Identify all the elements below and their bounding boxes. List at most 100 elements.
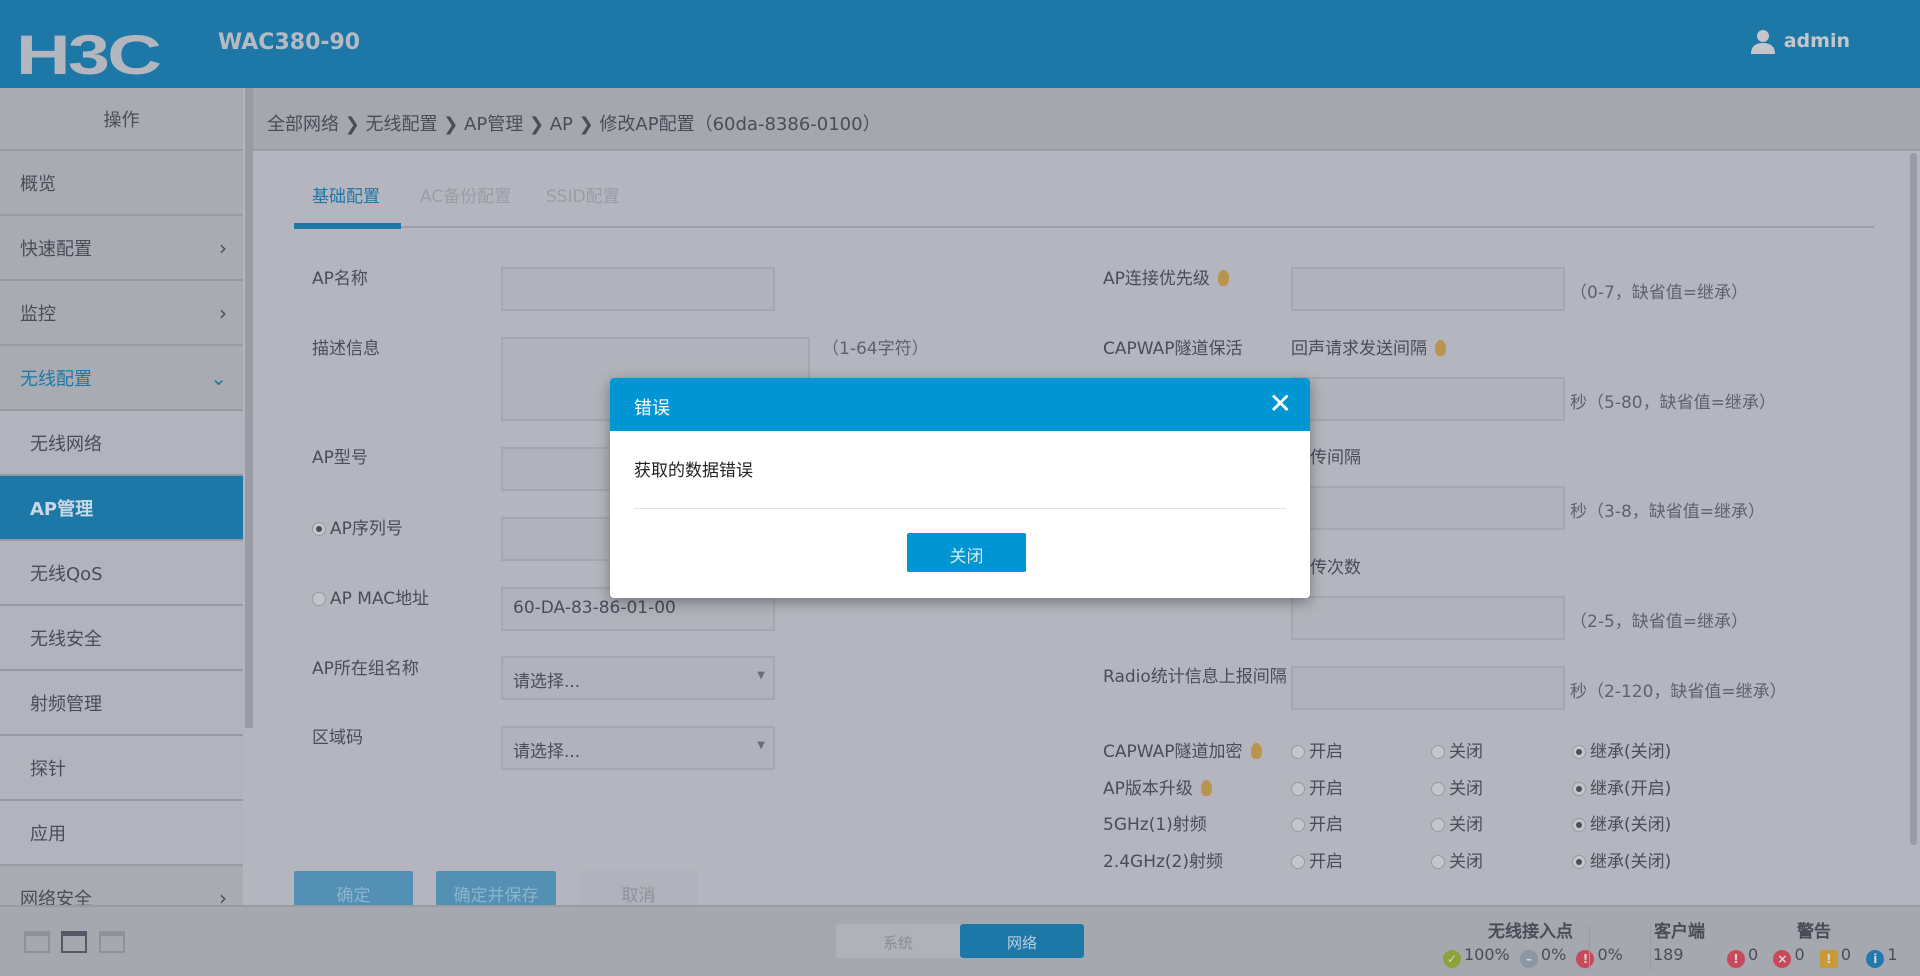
sidebar-item-monitor[interactable]: 监控 › — [0, 281, 243, 346]
error-count[interactable]: 0 — [1794, 945, 1804, 964]
ap-serial-label: AP序列号 — [330, 519, 403, 539]
tab-basic-config[interactable]: 基础配置 — [312, 182, 380, 207]
ap-name-label: AP名称 — [312, 269, 368, 289]
toggle-system[interactable]: 系统 — [836, 924, 960, 958]
client-count[interactable]: 189 — [1653, 945, 1684, 964]
view-toggle: 系统 网络 — [836, 924, 1084, 958]
critical-count[interactable]: 0 — [1748, 945, 1758, 964]
priority-input[interactable] — [1291, 267, 1565, 311]
radio-unselected[interactable] — [1431, 782, 1445, 796]
radio-unselected[interactable] — [1291, 818, 1305, 832]
radio-unselected[interactable] — [1431, 818, 1445, 832]
ap-online-percent: 100% — [1464, 945, 1510, 964]
close-icon[interactable]: ✕ — [1269, 387, 1292, 420]
alarm-title: 警告 — [1797, 922, 1831, 942]
sidebar-item-wireless-security[interactable]: 无线安全 — [0, 606, 243, 671]
active-tab-indicator — [294, 223, 401, 229]
breadcrumb: 全部网络 ❯ 无线配置 ❯ AP管理 ❯ AP ❯ 修改AP配置（60da-83… — [253, 88, 1920, 151]
ap-group-select[interactable]: 请选择... ▼ — [501, 656, 775, 700]
radio-option[interactable]: 开启 — [1291, 810, 1343, 835]
critical-alarm-icon: ! — [1727, 950, 1745, 968]
info-count[interactable]: 1 — [1887, 945, 1897, 964]
layout-two-pane-icon[interactable] — [24, 931, 50, 953]
sidebar-item-probe[interactable]: 探针 — [0, 736, 243, 801]
sidebar-item-wireless-config[interactable]: 无线配置 ⌄ — [0, 346, 243, 411]
radio-option-label: 关闭 — [1449, 779, 1483, 799]
sidebar-item-wireless-network[interactable]: 无线网络 — [0, 411, 243, 476]
main-scrollbar[interactable] — [1910, 153, 1917, 845]
radio-option[interactable]: 关闭 — [1431, 810, 1483, 835]
radio-selected[interactable] — [1572, 745, 1586, 759]
radio-option[interactable]: 继承(关闭) — [1572, 810, 1671, 835]
lightbulb-hint-icon[interactable] — [1217, 270, 1229, 286]
tab-ssid-config[interactable]: SSID配置 — [546, 182, 620, 207]
warning-count[interactable]: 0 — [1841, 945, 1851, 964]
echo-interval-input[interactable] — [1291, 377, 1565, 421]
radio-selected[interactable] — [1572, 782, 1586, 796]
device-model: WAC380-90 — [218, 30, 361, 55]
radio-selected[interactable] — [1572, 855, 1586, 869]
user-icon — [1750, 30, 1775, 54]
user-menu[interactable]: admin — [1750, 28, 1850, 54]
radio-option[interactable]: 开启 — [1291, 774, 1343, 799]
ap-name-input[interactable] — [501, 267, 775, 311]
region-select[interactable]: 请选择... ▼ — [501, 726, 775, 770]
radio-unselected[interactable] — [1431, 855, 1445, 869]
dialog-title: 错误 — [634, 398, 670, 419]
ap-mac-radio[interactable]: AP MAC地址 — [312, 584, 429, 609]
dialog-close-button[interactable]: 关闭 — [907, 533, 1026, 572]
echo-interval-label: 回声请求发送间隔 — [1291, 334, 1446, 359]
radio-unselected[interactable] — [1431, 745, 1445, 759]
retrans-interval-input[interactable] — [1291, 486, 1565, 530]
radio-unselected[interactable] — [312, 592, 326, 606]
radio-row-label-text: 5GHz(1)射频 — [1103, 815, 1207, 835]
lightbulb-hint-icon[interactable] — [1200, 780, 1212, 796]
radio-unselected[interactable] — [1291, 745, 1305, 759]
radio-option[interactable]: 开启 — [1291, 847, 1343, 872]
priority-label-text: AP连接优先级 — [1103, 269, 1210, 289]
sidebar-item-radio-management[interactable]: 射频管理 — [0, 671, 243, 736]
sidebar-item-network-security[interactable]: 网络安全 › — [0, 866, 243, 906]
lightbulb-hint-icon[interactable] — [1250, 743, 1262, 759]
sidebar-item-quick-config[interactable]: 快速配置 › — [0, 216, 243, 281]
ap-serial-radio[interactable]: AP序列号 — [312, 514, 403, 539]
radio-option[interactable]: 开启 — [1291, 737, 1343, 762]
layout-sidebar-icon[interactable] — [61, 931, 87, 953]
chevron-down-icon: ⌄ — [210, 365, 227, 390]
radio-option-label: 关闭 — [1449, 742, 1483, 762]
radio-selected[interactable] — [312, 522, 326, 536]
sidebar-item-wireless-qos[interactable]: 无线QoS — [0, 541, 243, 606]
radio-row-label-text: AP版本升级 — [1103, 779, 1193, 799]
sidebar-item-ap-management[interactable]: AP管理 — [0, 476, 243, 541]
radio-selected[interactable] — [1572, 818, 1586, 832]
radio-option[interactable]: 关闭 — [1431, 737, 1483, 762]
sidebar-item-label: 无线配置 — [20, 368, 92, 390]
radio-unselected[interactable] — [1291, 782, 1305, 796]
radio-stats-input[interactable] — [1291, 666, 1565, 710]
chevron-right-icon: › — [219, 885, 227, 906]
radio-option-label: 继承(关闭) — [1590, 852, 1672, 872]
layout-single-icon[interactable] — [99, 931, 125, 953]
radio-option[interactable]: 继承(关闭) — [1572, 847, 1671, 872]
alarm-stats: ! 0 × 0 ! 0 i1 — [1727, 945, 1898, 968]
sidebar-item-label: 网络安全 — [20, 888, 92, 906]
radio-option[interactable]: 继承(开启) — [1572, 774, 1671, 799]
dialog-divider — [634, 508, 1286, 509]
radio-unselected[interactable] — [1291, 855, 1305, 869]
radio-option-label: 开启 — [1309, 779, 1343, 799]
radio-option-label: 继承(关闭) — [1590, 815, 1672, 835]
radio-option[interactable]: 关闭 — [1431, 847, 1483, 872]
radio-option[interactable]: 关闭 — [1431, 774, 1483, 799]
sidebar-item-application[interactable]: 应用 — [0, 801, 243, 866]
toggle-network[interactable]: 网络 — [960, 924, 1084, 958]
divider — [1589, 925, 1590, 971]
lightbulb-hint-icon[interactable] — [1435, 340, 1446, 356]
sidebar-item-label: 探针 — [30, 758, 66, 780]
retrans-count-input[interactable] — [1291, 596, 1565, 640]
radio-option[interactable]: 继承(关闭) — [1572, 737, 1671, 762]
dropdown-arrow-icon: ▼ — [757, 670, 765, 681]
tab-ac-backup-config[interactable]: AC备份配置 — [420, 182, 511, 207]
sidebar-scrollbar[interactable] — [245, 88, 253, 728]
radio-row-label-text: CAPWAP隧道加密 — [1103, 742, 1243, 762]
sidebar-item-overview[interactable]: 概览 — [0, 151, 243, 216]
